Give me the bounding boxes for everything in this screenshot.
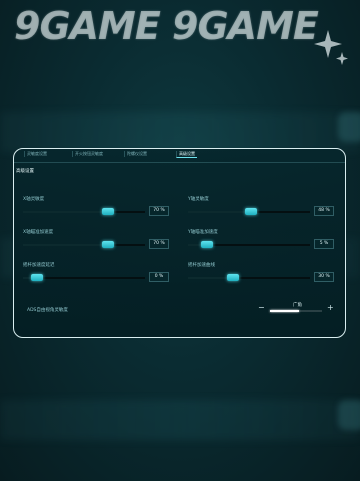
setting-x-sensitivity: X轴灵敏度 70 % bbox=[17, 196, 169, 222]
background-pill bbox=[338, 400, 360, 430]
setting-value: 5 % bbox=[314, 239, 334, 249]
background-band bbox=[0, 112, 360, 152]
setting-stick-accel-curve: 摇杆加速曲线 30 % bbox=[182, 262, 334, 288]
slider-track[interactable] bbox=[188, 274, 310, 281]
level-label: 广角 bbox=[293, 303, 302, 308]
tab-bar: 灵敏度设置 开火按钮灵敏度 陀螺仪设置 高级设置 bbox=[14, 149, 345, 163]
setting-value: 0 % bbox=[149, 272, 169, 282]
setting-value: 30 % bbox=[314, 272, 334, 282]
setting-value: 70 % bbox=[149, 206, 169, 216]
setting-y-aim-accel: Y轴瞄准加速度 5 % bbox=[182, 229, 334, 255]
background-band bbox=[0, 400, 360, 440]
slider-knob[interactable] bbox=[201, 241, 214, 248]
level-fill bbox=[270, 310, 299, 312]
setting-label: 摇杆加速度延迟 bbox=[23, 263, 55, 268]
ads-freelook-row: ADS自由视角灵敏度 − 广角 + bbox=[27, 303, 337, 317]
slider-knob[interactable] bbox=[244, 208, 257, 215]
slider-track[interactable] bbox=[23, 208, 145, 215]
setting-stick-accel-delay: 摇杆加速度延迟 0 % bbox=[17, 262, 169, 288]
tab-advanced[interactable]: 高级设置 bbox=[176, 151, 197, 158]
setting-label: X轴瞄准加速度 bbox=[23, 230, 54, 235]
slider-track[interactable] bbox=[188, 208, 310, 215]
level-track[interactable] bbox=[270, 310, 322, 312]
background-pill bbox=[338, 112, 360, 142]
settings-panel: 灵敏度设置 开火按钮灵敏度 陀螺仪设置 高级设置 高级设置 X轴灵敏度 70 %… bbox=[13, 148, 346, 338]
setting-label: Y轴瞄准加速度 bbox=[188, 230, 218, 235]
setting-x-aim-accel: X轴瞄准加速度 70 % bbox=[17, 229, 169, 255]
slider-knob[interactable] bbox=[102, 241, 115, 248]
slider-track[interactable] bbox=[23, 241, 145, 248]
slider-knob[interactable] bbox=[31, 274, 43, 281]
minus-icon[interactable]: − bbox=[258, 303, 265, 313]
tab-sensitivity[interactable]: 灵敏度设置 bbox=[24, 151, 49, 157]
slider-track[interactable] bbox=[23, 274, 145, 281]
tab-fire-sensitivity[interactable]: 开火按钮灵敏度 bbox=[72, 151, 105, 157]
plus-icon[interactable]: + bbox=[327, 303, 334, 313]
slider-track[interactable] bbox=[188, 241, 310, 248]
slider-knob[interactable] bbox=[102, 208, 115, 215]
sparkle-icon bbox=[314, 30, 348, 65]
setting-value: 48 % bbox=[314, 206, 334, 216]
setting-value: 70 % bbox=[149, 239, 169, 249]
tab-gyroscope[interactable]: 陀螺仪设置 bbox=[124, 151, 149, 157]
watermark: 9GAME 9GAME bbox=[14, 4, 319, 48]
ads-freelook-label: ADS自由视角灵敏度 bbox=[27, 308, 68, 313]
setting-label: X轴灵敏度 bbox=[23, 197, 45, 202]
setting-label: 摇杆加速曲线 bbox=[188, 263, 215, 268]
setting-y-sensitivity: Y轴灵敏度 48 % bbox=[182, 196, 334, 222]
section-title: 高级设置 bbox=[16, 169, 34, 174]
slider-knob[interactable] bbox=[226, 274, 239, 281]
setting-label: Y轴灵敏度 bbox=[188, 197, 209, 202]
